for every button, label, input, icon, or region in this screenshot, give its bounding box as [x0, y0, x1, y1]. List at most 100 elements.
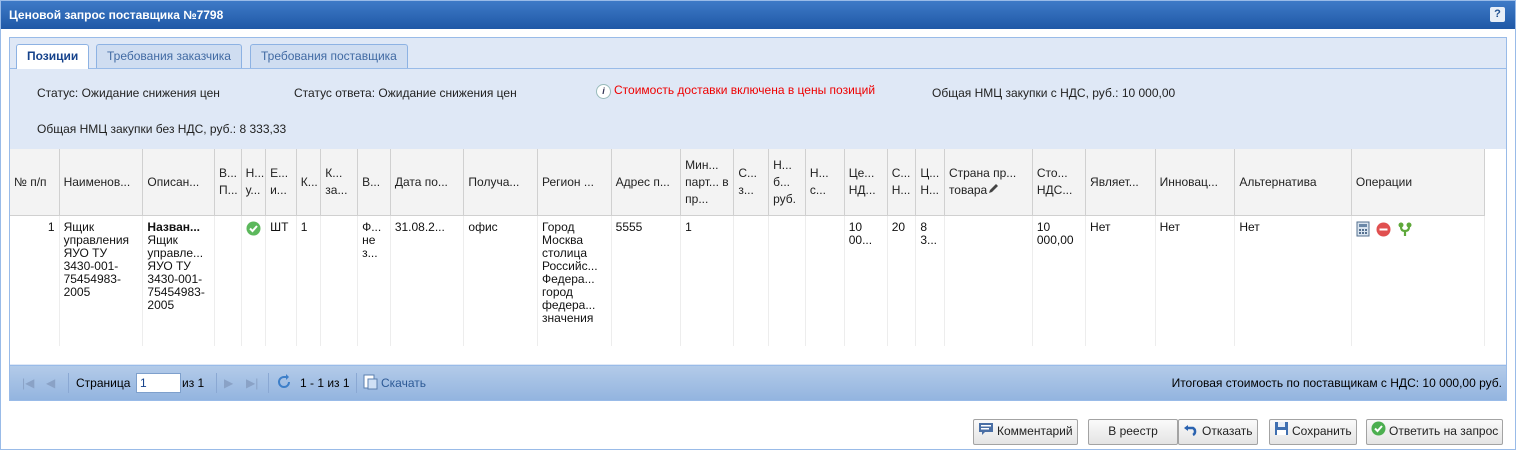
column-header[interactable]: К... за...	[320, 149, 359, 216]
separator	[268, 373, 269, 393]
cell-receiver: офис	[463, 215, 539, 346]
positions-panel: Позиции Требования заказчика Требования …	[9, 37, 1507, 401]
check-circle-icon	[1371, 421, 1386, 443]
download-link[interactable]: Скачать	[381, 376, 426, 390]
cell-description-text: Ящик управле... ЯУО ТУ 3430-001-75454983…	[147, 233, 205, 312]
table-row[interactable]: 1 Ящик управления ЯУО ТУ 3430-001-754549…	[10, 215, 1486, 346]
cell-alternative: Нет	[1234, 215, 1352, 346]
column-header[interactable]: Ц... Н...	[915, 149, 945, 216]
column-header[interactable]: Н... б... руб.	[768, 149, 806, 216]
cell-country	[944, 215, 1033, 346]
column-header[interactable]: Наименов...	[59, 149, 144, 216]
cell-vat-rate: 20	[887, 215, 917, 346]
branch-icon[interactable]	[1398, 222, 1412, 240]
cell-empty	[768, 215, 806, 346]
nmc-with-vat: Общая НМЦ закупки с НДС, руб.: 10 000,00	[932, 86, 1176, 100]
calculator-icon[interactable]	[1356, 221, 1370, 240]
cell-empty	[733, 215, 770, 346]
help-icon[interactable]: ?	[1490, 7, 1505, 22]
price-request-window: Ценовой запрос поставщика №7798 ? Позици…	[0, 0, 1516, 450]
tab-positions[interactable]: Позиции	[16, 44, 90, 69]
delivery-note: i Стоимость доставки включена в цены пози…	[596, 83, 875, 99]
column-header[interactable]: Операции	[1351, 149, 1486, 216]
comment-button[interactable]: Комментарий	[973, 419, 1078, 445]
cell-region: Город Москва столица Российс... Федера..…	[537, 215, 612, 346]
column-header[interactable]: Мин... парт... в пр...	[680, 149, 735, 216]
reply-button-label: Ответить на запрос	[1389, 424, 1499, 438]
window-title: Ценовой запрос поставщика №7798	[9, 8, 224, 22]
page-label: Страница	[76, 376, 131, 390]
status-text: Статус: Ожидание снижения цен	[37, 86, 220, 100]
column-header-country[interactable]: Страна пр... товара	[944, 149, 1033, 216]
separator	[216, 373, 217, 393]
cell-price-vat: 10 00...	[844, 215, 888, 346]
refresh-icon[interactable]	[276, 374, 292, 393]
cell-empty	[320, 215, 359, 346]
cell-cost-vat: 10 000,00	[1032, 215, 1087, 346]
info-panel: Статус: Ожидание снижения цен Статус отв…	[10, 69, 1506, 150]
column-header[interactable]: Регион ...	[537, 149, 612, 216]
column-header[interactable]: Являет...	[1085, 149, 1156, 216]
column-header[interactable]: Це... НД...	[844, 149, 888, 216]
cell-address: 5555	[611, 215, 682, 346]
comment-icon	[978, 421, 994, 443]
nmc-without-vat: Общая НМЦ закупки без НДС, руб.: 8 333,3…	[37, 122, 287, 136]
download-icon[interactable]	[362, 374, 378, 393]
separator	[356, 373, 357, 393]
tab-supplier-requirements[interactable]: Требования поставщика	[250, 44, 408, 68]
column-header[interactable]: Адрес п...	[611, 149, 682, 216]
table-header-row: № п/п Наименов... Описан... В... П... Н.…	[10, 149, 1486, 216]
reply-button[interactable]: Ответить на запрос	[1366, 419, 1504, 445]
delete-icon[interactable]	[1376, 222, 1391, 240]
prev-page-icon[interactable]: ◀	[46, 376, 55, 390]
pencil-icon[interactable]	[987, 182, 1000, 200]
column-header[interactable]: Описан...	[142, 149, 215, 216]
last-page-icon[interactable]: ▶|	[246, 376, 258, 390]
column-header[interactable]: В...	[357, 149, 391, 216]
cell-empty	[805, 215, 845, 346]
decline-button-label: Отказать	[1202, 424, 1253, 438]
cell-qty: 1	[296, 215, 322, 346]
next-page-icon[interactable]: ▶	[224, 376, 233, 390]
positions-table: № п/п Наименов... Описан... В... П... Н.…	[10, 149, 1486, 346]
comment-button-label: Комментарий	[997, 424, 1073, 438]
cell-innovation: Нет	[1155, 215, 1236, 346]
first-page-icon[interactable]: |◀	[22, 376, 34, 390]
undo-icon	[1183, 421, 1199, 443]
column-header[interactable]: Н... с...	[805, 149, 845, 216]
column-header[interactable]: Дата по...	[390, 149, 465, 216]
response-status-text: Статус ответа: Ожидание снижения цен	[294, 86, 517, 100]
cell-empty	[214, 215, 242, 346]
decline-button[interactable]: Отказать	[1178, 419, 1258, 445]
page-count-label: из 1	[182, 376, 205, 390]
cell-unit: ШТ	[265, 215, 297, 346]
window-titlebar: Ценовой запрос поставщика №7798 ?	[1, 1, 1515, 29]
column-header[interactable]: № п/п	[10, 149, 60, 216]
info-icon: i	[596, 84, 611, 99]
paging-toolbar: |◀ ◀ Страница 1 из 1 ▶ ▶| 1 - 1 из 1 Ска…	[10, 365, 1506, 400]
column-header[interactable]: С... Н...	[887, 149, 917, 216]
cell-is: Нет	[1085, 215, 1156, 346]
check-circle-icon	[246, 221, 261, 239]
save-button[interactable]: Сохранить	[1269, 419, 1357, 445]
column-header[interactable]: Альтернатива	[1234, 149, 1352, 216]
column-header[interactable]: Н... у...	[241, 149, 267, 216]
column-header[interactable]: В... П...	[214, 149, 242, 216]
column-header[interactable]: Е... и...	[265, 149, 297, 216]
column-header[interactable]: Сто... НДС...	[1032, 149, 1087, 216]
cell-num: 1	[10, 215, 60, 346]
tab-customer-requirements[interactable]: Требования заказчика	[96, 44, 242, 68]
cell-check	[241, 215, 267, 346]
page-number-input[interactable]: 1	[136, 373, 181, 393]
save-icon	[1274, 421, 1289, 443]
registry-button[interactable]: В реестр	[1088, 419, 1178, 445]
column-header[interactable]: Получа...	[463, 149, 539, 216]
column-header-label: Страна пр... товара	[948, 165, 1017, 197]
tab-bar: Позиции Требования заказчика Требования …	[10, 38, 1506, 69]
column-header[interactable]: Инновац...	[1155, 149, 1236, 216]
positions-grid: № п/п Наименов... Описан... В... П... Н.…	[10, 149, 1506, 364]
cell-name: Ящик управления ЯУО ТУ 3430-001-75454983…	[59, 215, 144, 346]
column-header[interactable]: К...	[296, 149, 322, 216]
cell-operations	[1351, 215, 1486, 346]
column-header[interactable]: С... з...	[733, 149, 770, 216]
